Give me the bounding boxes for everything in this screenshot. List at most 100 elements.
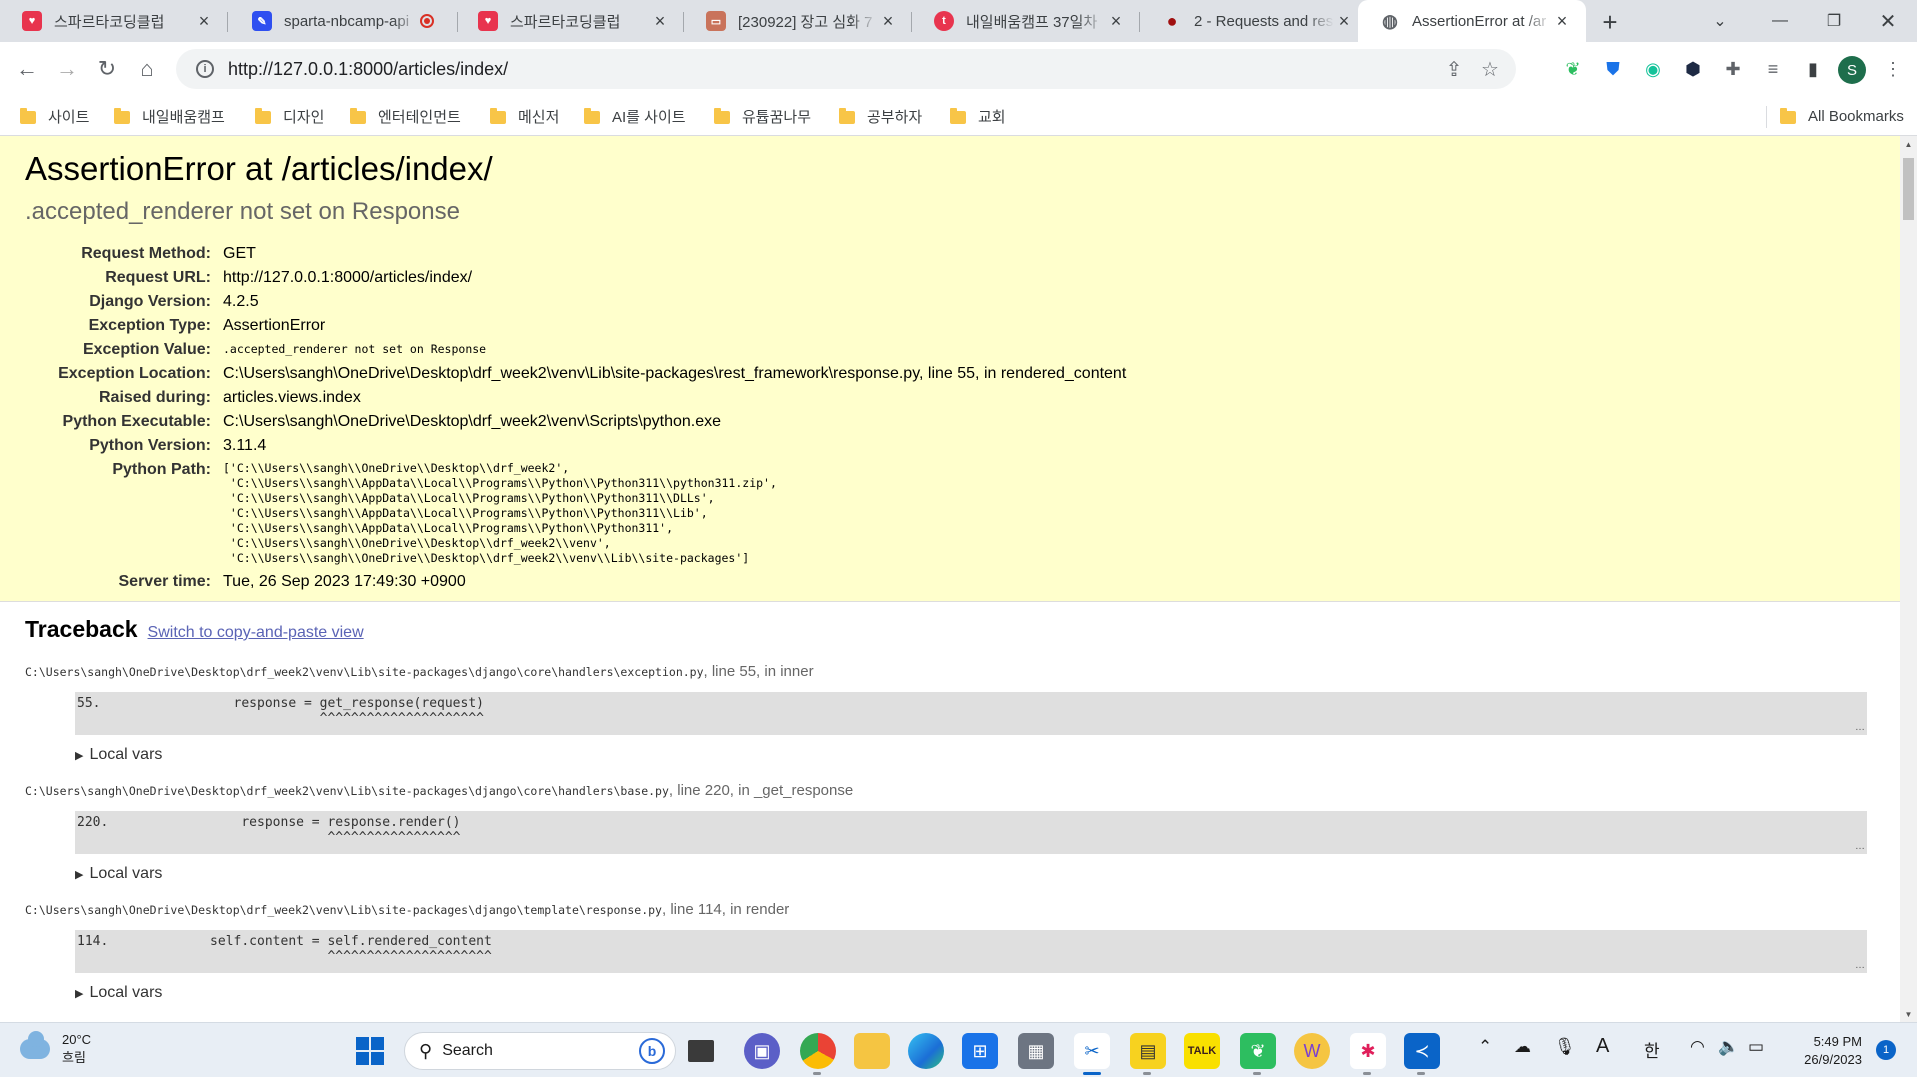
teams-chat-icon[interactable]: ▣ (744, 1033, 780, 1069)
avatar[interactable]: S (1838, 56, 1866, 84)
chrome-icon[interactable] (800, 1033, 836, 1075)
expand-context-icon[interactable]: … (1855, 841, 1865, 852)
slack-icon[interactable]: ✱ (1350, 1033, 1386, 1075)
start-button[interactable] (352, 1033, 388, 1069)
info-icon[interactable]: i (196, 60, 214, 78)
scroll-up-icon[interactable]: ▲ (1900, 136, 1917, 152)
local-vars-toggle[interactable]: ▶ Local vars (75, 865, 1875, 883)
ime-hangul-icon[interactable]: 한 (1644, 1037, 1660, 1062)
calculator-icon[interactable]: ▦ (1018, 1033, 1054, 1069)
weather-widget[interactable]: 20°C 흐림 (20, 1031, 91, 1067)
menu-icon[interactable]: ⋮ (1878, 54, 1908, 84)
vertical-scrollbar[interactable]: ▲ ▼ (1900, 136, 1917, 1022)
scroll-thumb[interactable] (1903, 158, 1914, 220)
close-icon[interactable]: × (878, 11, 898, 31)
bookmark-folder[interactable]: 디자인 (255, 104, 324, 128)
tab-6[interactable]: ● 2 - Requests and resp × (1140, 0, 1368, 42)
bookmark-folder[interactable]: 메신저 (490, 104, 559, 128)
ime-a-icon[interactable]: A (1596, 1035, 1609, 1058)
clock[interactable]: 5:49 PM 26/9/2023 (1780, 1033, 1862, 1069)
scroll-down-icon[interactable]: ▼ (1900, 1006, 1917, 1022)
url-text[interactable]: http://127.0.0.1:8000/articles/index/ (228, 59, 1436, 80)
microsoft-store-icon[interactable]: ⊞ (962, 1033, 998, 1069)
tab-2[interactable]: ✎ sparta-nbcamp-api (230, 0, 458, 42)
tab-title: [230922] 장고 심화 7 (738, 13, 873, 31)
bookmark-icon: ● (1166, 10, 1178, 31)
evernote-icon[interactable]: ❦ (1558, 54, 1588, 84)
bookmark-folder[interactable]: 내일배움캠프 (114, 104, 225, 128)
kakaotalk-icon[interactable]: TALK (1184, 1033, 1220, 1069)
close-icon[interactable]: × (194, 11, 214, 31)
tab-title: 내일배움캠프 37일차 (966, 13, 1098, 31)
volume-icon[interactable]: 🔈 (1718, 1037, 1739, 1057)
notification-badge[interactable]: 1 (1876, 1040, 1896, 1060)
tab-1[interactable]: ♥ 스파르타코딩클럽 × (0, 0, 228, 42)
bing-icon[interactable]: b (639, 1038, 665, 1064)
snipping-tool-icon[interactable]: ✂ (1074, 1033, 1110, 1075)
star-icon[interactable]: ☆ (1472, 51, 1508, 87)
traceback-frame: C:\Users\sangh\OneDrive\Desktop\drf_week… (25, 663, 1875, 764)
tab-7-active[interactable]: ◍ AssertionError at /ar × (1358, 0, 1586, 42)
evernote-icon[interactable]: ❦ (1240, 1033, 1276, 1075)
tab-title: 스파르타코딩클럽 (54, 13, 165, 31)
bookmark-folder[interactable]: 사이트 (20, 104, 89, 128)
bookmark-folder[interactable]: 공부하자 (839, 104, 922, 128)
side-panel-icon[interactable]: ▮ (1798, 54, 1828, 84)
code-context[interactable]: 220. response = response.render() ^^^^^^… (75, 811, 1867, 854)
forward-button[interactable]: → (50, 52, 84, 86)
shield-icon[interactable]: ⛊ (1598, 54, 1628, 84)
battery-icon[interactable]: ▭ (1748, 1037, 1764, 1057)
code-context[interactable]: 55. response = get_response(request) ^^^… (75, 692, 1867, 735)
close-window-button[interactable]: ✕ (1858, 0, 1917, 42)
task-view-icon[interactable] (688, 1040, 714, 1062)
frame-location: C:\Users\sangh\OneDrive\Desktop\drf_week… (25, 663, 814, 680)
tab-4[interactable]: ▭ [230922] 장고 심화 7 × (684, 0, 912, 42)
whale-icon[interactable]: W (1294, 1033, 1330, 1069)
tab-5[interactable]: t 내일배움캠프 37일차 × (912, 0, 1140, 42)
extension-cube-icon[interactable]: ⬢ (1678, 54, 1708, 84)
microphone-icon[interactable]: 🎙 (1554, 1037, 1576, 1057)
expand-context-icon[interactable]: … (1855, 960, 1865, 971)
reload-button[interactable]: ↻ (90, 52, 124, 86)
tistory-icon: t (934, 11, 954, 31)
close-icon[interactable]: × (650, 11, 670, 31)
recording-icon (420, 14, 434, 28)
sticky-notes-icon[interactable]: ▤ (1130, 1033, 1166, 1075)
vscode-icon[interactable]: ≺ (1404, 1033, 1440, 1075)
chevron-up-icon[interactable]: ⌃ (1478, 1037, 1492, 1057)
switch-view-link[interactable]: Switch to copy-and-paste view (148, 624, 364, 642)
expand-context-icon[interactable]: … (1855, 722, 1865, 733)
tab-3[interactable]: ♥ 스파르타코딩클럽 × (456, 0, 684, 42)
new-tab-button[interactable]: + (1594, 6, 1626, 38)
wifi-icon[interactable]: ◠ (1690, 1037, 1705, 1057)
bookmark-folder[interactable]: 엔터테인먼트 (350, 104, 461, 128)
tab-title: AssertionError at /ar (1412, 12, 1547, 30)
bookmark-folder[interactable]: AI를 사이트 (584, 104, 686, 128)
back-button[interactable]: ← (10, 52, 44, 86)
home-button[interactable]: ⌂ (130, 52, 164, 86)
meta-row: Exception Type: AssertionError (88, 317, 326, 334)
address-bar[interactable]: i http://127.0.0.1:8000/articles/index/ … (176, 49, 1516, 89)
minimize-button[interactable]: — (1750, 0, 1810, 42)
tab-search-icon[interactable]: ⌄ (1690, 0, 1750, 42)
file-explorer-icon[interactable] (854, 1033, 890, 1069)
edge-icon[interactable] (908, 1033, 944, 1069)
all-bookmarks[interactable]: All Bookmarks (1780, 104, 1904, 128)
grammarly-icon[interactable]: ◉ (1638, 54, 1668, 84)
bookmark-folder[interactable]: 교회 (950, 104, 1006, 128)
bookmark-folder[interactable]: 유튭꿈나무 (714, 104, 811, 128)
code-context[interactable]: 114. self.content = self.rendered_conten… (75, 930, 1867, 973)
restore-button[interactable]: ❐ (1804, 0, 1864, 42)
onedrive-icon[interactable]: ☁ (1514, 1037, 1531, 1057)
close-icon[interactable]: × (1552, 11, 1572, 31)
frame-location: C:\Users\sangh\OneDrive\Desktop\drf_week… (25, 782, 854, 799)
share-icon[interactable]: ⇪ (1436, 51, 1472, 87)
local-vars-toggle[interactable]: ▶ Local vars (75, 746, 1875, 764)
close-icon[interactable]: × (1334, 11, 1354, 31)
pencil-icon: ✎ (252, 11, 272, 31)
puzzle-icon[interactable]: ✚ (1718, 54, 1748, 84)
reading-list-icon[interactable]: ≡ (1758, 54, 1788, 84)
local-vars-toggle[interactable]: ▶ Local vars (75, 984, 1875, 1002)
taskbar-search[interactable]: ⚲ Search b (404, 1032, 676, 1070)
close-icon[interactable]: × (1106, 11, 1126, 31)
